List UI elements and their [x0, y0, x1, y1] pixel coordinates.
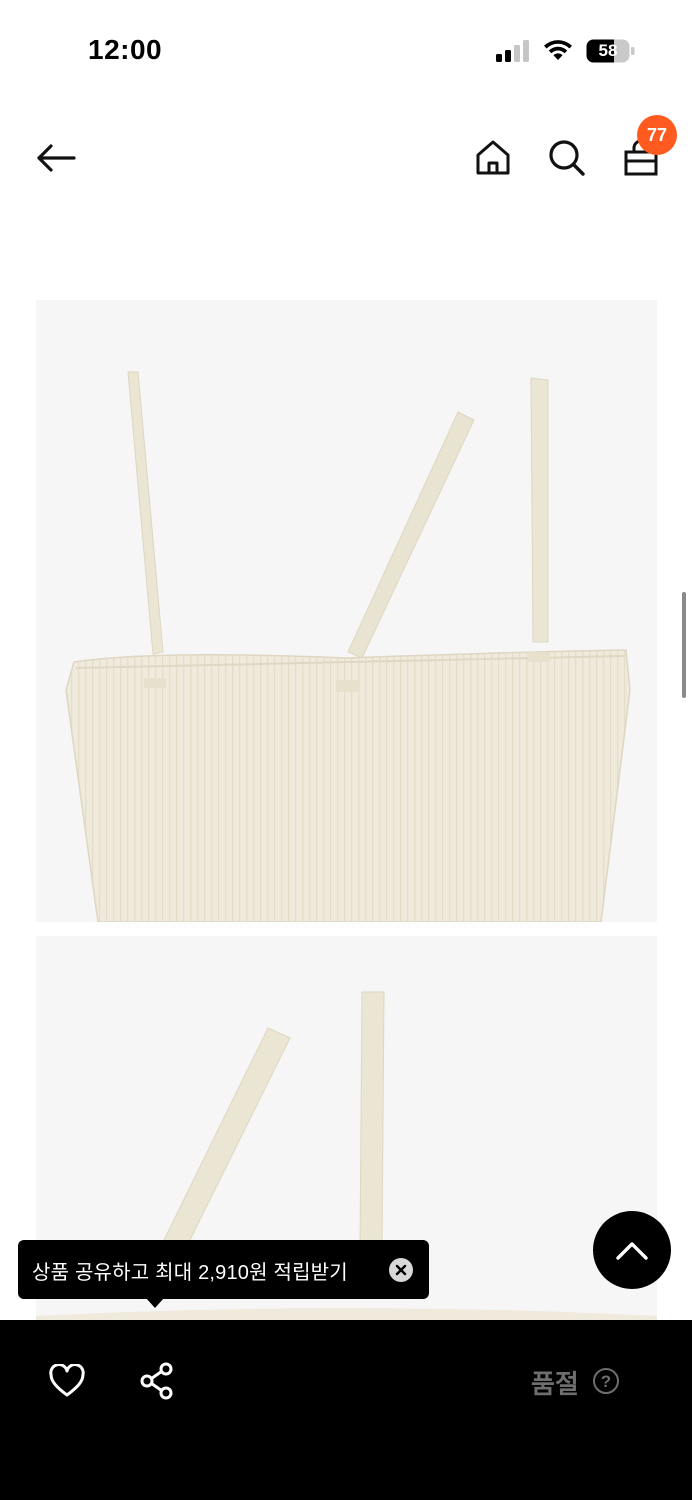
search-button[interactable] — [544, 134, 590, 182]
like-button[interactable] — [44, 1360, 90, 1402]
top-navigation — [0, 110, 692, 206]
heart-icon — [49, 1364, 85, 1397]
status-bar: 12:00 58 — [0, 0, 692, 100]
help-icon[interactable]: ? — [593, 1368, 619, 1394]
status-time: 12:00 — [88, 34, 163, 65]
camisole-top-image — [65, 371, 631, 922]
share-reward-tooltip: 상품 공유하고 최대 2,910원 적립받기 — [18, 1240, 429, 1299]
share-icon — [140, 1362, 173, 1400]
scrollbar[interactable] — [682, 592, 686, 698]
back-button[interactable] — [30, 134, 82, 182]
tooltip-text: 상품 공유하고 최대 2,910원 적립받기 — [32, 1262, 348, 1284]
wifi-icon — [544, 40, 572, 60]
scroll-to-top-button[interactable] — [593, 1211, 671, 1289]
arrow-left-icon — [37, 144, 76, 172]
tooltip-arrow — [146, 1298, 164, 1308]
battery-level: 58 — [598, 41, 618, 60]
close-icon — [395, 1264, 407, 1276]
share-button[interactable] — [134, 1358, 180, 1404]
search-icon — [549, 140, 585, 176]
signal-icon — [496, 40, 529, 62]
bottom-action-bar: 품절 ? — [0, 1320, 692, 1500]
battery-icon: 58 — [586, 39, 636, 63]
sold-out-label: 품절 — [531, 1369, 579, 1399]
home-button[interactable] — [470, 134, 516, 182]
home-icon — [476, 140, 510, 175]
cart-count-badge: 77 — [637, 115, 677, 155]
product-image-1 — [36, 300, 657, 922]
tooltip-close-button[interactable] — [389, 1258, 413, 1282]
chevron-up-icon — [616, 1242, 648, 1260]
